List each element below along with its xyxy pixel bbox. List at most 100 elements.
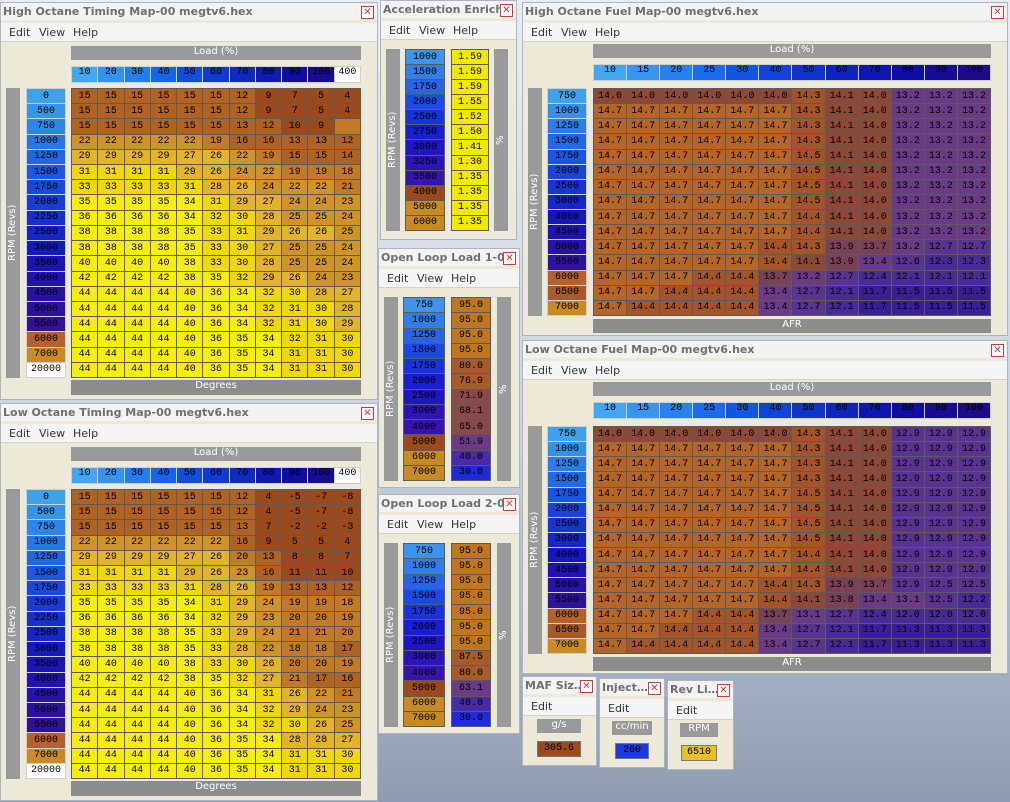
map-cell[interactable]: 13.2 [957, 164, 990, 179]
value-cell[interactable]: 1.35 [452, 170, 488, 185]
map-cell[interactable]: 12.7 [957, 240, 990, 255]
map-cell[interactable]: 44 [150, 763, 177, 778]
map-cell[interactable]: 14.7 [594, 240, 627, 255]
map-cell[interactable]: 44 [124, 301, 150, 317]
value-cell[interactable]: 95.0 [452, 343, 490, 358]
map-cell[interactable]: 12.9 [957, 457, 990, 472]
map-cell[interactable]: 14.3 [792, 442, 825, 457]
map-cell[interactable]: 44 [150, 332, 177, 347]
map-cell[interactable]: -2 [282, 520, 308, 535]
map-cell[interactable]: 14.7 [759, 472, 792, 487]
map-cell[interactable]: 38 [72, 626, 98, 642]
value-cell[interactable]: 40.0 [452, 450, 490, 465]
map-cell[interactable]: 30 [308, 317, 334, 332]
map-cell[interactable]: 14.7 [759, 179, 792, 194]
map-cell[interactable]: 13.2 [924, 104, 957, 119]
map-cell[interactable]: 29 [282, 702, 308, 718]
map-cell[interactable]: 14.7 [594, 442, 627, 457]
value-cell[interactable]: 95.0 [452, 328, 490, 343]
map-cell[interactable]: 12.1 [924, 270, 957, 285]
map-cell[interactable]: 33 [203, 642, 229, 657]
title-bar[interactable]: Low Octane Fuel Map-00 megtv6.hex ✕ [523, 341, 1007, 358]
map-cell[interactable]: 28 [308, 733, 334, 748]
map-cell[interactable]: 35 [229, 733, 255, 748]
map-cell[interactable]: 13.2 [891, 89, 924, 104]
map-cell[interactable]: 14.7 [594, 134, 627, 149]
map-cell[interactable]: 12.9 [891, 487, 924, 502]
map-cell[interactable]: 12.1 [891, 270, 924, 285]
map-cell[interactable]: 12.5 [924, 593, 957, 608]
map-cell[interactable]: 40 [177, 687, 203, 702]
map-cell[interactable]: 12.9 [891, 563, 924, 578]
map-cell[interactable]: 31 [124, 165, 150, 180]
map-cell[interactable]: 15 [98, 490, 124, 505]
map-cell[interactable]: 13.2 [891, 210, 924, 225]
value-cell[interactable]: 71.9 [452, 389, 490, 404]
map-cell[interactable]: 32 [255, 702, 282, 718]
map-cell[interactable]: 35 [150, 195, 177, 210]
map-cell[interactable]: 14.7 [759, 442, 792, 457]
map-cell[interactable]: 14.5 [792, 179, 825, 194]
map-cell[interactable]: 27 [177, 149, 203, 165]
map-cell[interactable]: 11.3 [924, 623, 957, 638]
map-cell[interactable]: 14.7 [759, 164, 792, 179]
map-cell[interactable]: 40 [177, 332, 203, 347]
map-cell[interactable]: 11.7 [858, 623, 891, 638]
map-cell[interactable]: 40 [177, 286, 203, 301]
map-cell[interactable]: 22 [255, 642, 282, 657]
map-cell[interactable]: 12.0 [891, 608, 924, 623]
value-cell[interactable]: 1.55 [452, 95, 488, 110]
map-cell[interactable]: 38 [124, 642, 150, 657]
map-cell[interactable]: 24 [334, 241, 360, 256]
value-cell[interactable]: 68.1 [452, 404, 490, 419]
map-cell[interactable]: 15 [124, 104, 150, 119]
close-icon[interactable]: ✕ [717, 684, 730, 697]
map-cell[interactable]: 14.7 [594, 285, 627, 300]
value-cell[interactable]: 1.59 [452, 65, 488, 80]
map-cell[interactable]: 14.3 [792, 240, 825, 255]
map-cell[interactable]: 14.7 [594, 532, 627, 548]
map-cell[interactable]: 14.0 [858, 548, 891, 563]
rev-limit-value-field[interactable]: 6510 [681, 745, 717, 761]
map-cell[interactable]: 14.7 [726, 164, 759, 179]
map-cell[interactable]: 14.7 [693, 472, 726, 487]
map-cell[interactable]: 7 [282, 89, 308, 104]
map-cell[interactable]: 31 [124, 566, 150, 581]
map-cell[interactable]: 27 [334, 733, 360, 748]
map-cell[interactable]: 14.0 [660, 427, 693, 442]
map-cell[interactable]: 30 [334, 748, 360, 763]
map-cell[interactable]: 14.4 [726, 638, 759, 653]
map-cell[interactable]: 13.2 [924, 210, 957, 225]
map-cell[interactable]: 14.0 [858, 89, 891, 104]
map-cell[interactable]: 14.1 [825, 194, 858, 210]
map-cell[interactable]: 22 [150, 134, 177, 149]
map-cell[interactable]: 24 [334, 210, 360, 225]
map-cell[interactable]: 14.1 [825, 502, 858, 517]
map-cell[interactable]: 14.7 [627, 104, 660, 119]
map-cell[interactable]: 26 [203, 566, 229, 581]
map-cell[interactable]: 14.0 [759, 89, 792, 104]
map-cell[interactable]: 21 [308, 626, 334, 642]
map-cell[interactable]: 11.3 [957, 638, 990, 653]
map-cell[interactable]: 44 [124, 748, 150, 763]
value-cell[interactable]: 95.0 [452, 589, 490, 604]
map-cell[interactable]: 40 [98, 657, 124, 672]
map-cell[interactable]: 33 [150, 180, 177, 195]
map-cell[interactable]: 14.1 [825, 532, 858, 548]
map-cell[interactable]: 14.7 [726, 119, 759, 134]
map-cell[interactable]: 12.0 [924, 608, 957, 623]
map-cell[interactable]: 13.2 [891, 240, 924, 255]
map-cell[interactable]: 14.7 [693, 548, 726, 563]
map-cell[interactable]: 14.7 [660, 240, 693, 255]
acceleration-enrichment-window[interactable]: Acceleration Enrich… ✕ Edit View Help RPM (… [380, 0, 517, 240]
map-cell[interactable]: 33 [203, 657, 229, 672]
close-icon[interactable]: ✕ [361, 6, 374, 19]
map-cell[interactable]: 12.9 [957, 472, 990, 487]
map-cell[interactable]: 44 [98, 748, 124, 763]
map-cell[interactable]: 14.7 [594, 457, 627, 472]
map-cell[interactable]: 14.1 [792, 255, 825, 270]
map-cell[interactable]: 12 [229, 104, 255, 119]
menu-help[interactable]: Help [595, 364, 620, 377]
map-cell[interactable]: 12.9 [924, 532, 957, 548]
map-cell[interactable]: 12.9 [891, 442, 924, 457]
